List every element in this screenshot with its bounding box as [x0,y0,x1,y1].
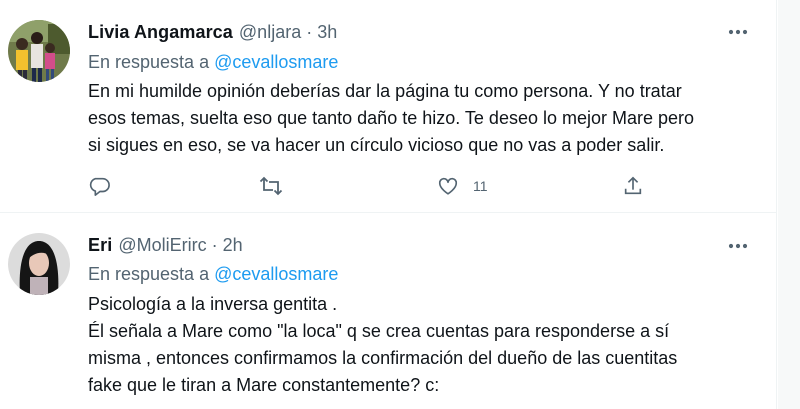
reply-context: En respuesta a @cevallosmare [88,52,338,73]
reply-mention-link[interactable]: @cevallosmare [214,52,338,72]
more-horizontal-icon[interactable] [723,236,753,256]
avatar[interactable] [8,233,70,295]
like-count: 11 [473,178,488,194]
tweet-header: Livia Angamarca @nljara · 3h [88,19,337,45]
author-handle[interactable]: @nljara [239,22,301,43]
share-button[interactable] [622,174,644,198]
tweet-text: En mi humilde opinión deberías dar la pá… [88,78,728,159]
tweet-text-line: Él señala a Mare como "la loca" q se cre… [88,321,670,341]
tweet-text-line: En mi humilde opinión deberías dar la pá… [88,81,682,101]
author-handle[interactable]: @MoliErirc [118,235,206,256]
timestamp[interactable]: 2h [223,235,243,256]
tweet-text: Psicología a la inversa gentita . Él señ… [88,291,728,399]
author-name[interactable]: Livia Angamarca [88,22,233,43]
reply-prefix: En respuesta a [88,52,210,72]
tweet[interactable]: Livia Angamarca @nljara · 3h En respuest… [0,0,777,213]
reply-button[interactable] [88,174,110,198]
tweet-text-line: fake que le tiran a Mare constantemente?… [88,375,440,395]
tweet-text-line: misma , entonces confirmamos la confirma… [88,348,678,368]
scrollbar-track[interactable] [778,0,800,409]
tweet-text-line: si sigues en eso, se va hacer un círculo… [88,135,665,155]
separator-dot: · [306,21,313,42]
tweet-text-line: Psicología a la inversa gentita . [88,294,338,314]
reply-prefix: En respuesta a [88,264,210,284]
reply-mention-link[interactable]: @cevallosmare [214,264,338,284]
share-icon [622,175,644,197]
separator-dot: · [211,234,218,255]
author-name[interactable]: Eri [88,235,112,256]
timestamp[interactable]: 3h [317,22,337,43]
tweet-text-line: esos temas, suelta eso que tanto daño te… [88,108,695,128]
avatar[interactable] [8,20,70,82]
more-horizontal-icon[interactable] [723,22,753,42]
heart-icon [437,175,459,197]
retweet-button[interactable] [259,174,283,198]
avatar-family-photo [8,20,70,82]
tweet[interactable]: Eri @MoliErirc · 2h En respuesta a @ceva… [0,214,777,409]
avatar-profile-photo [8,233,70,295]
reply-icon [88,175,110,197]
reply-context: En respuesta a @cevallosmare [88,264,338,285]
retweet-icon [259,175,283,197]
tweet-actions: 11 [0,174,777,198]
like-button[interactable]: 11 [437,174,488,198]
timeline-feed: Livia Angamarca @nljara · 3h En respuest… [0,0,777,409]
tweet-header: Eri @MoliErirc · 2h [88,232,243,258]
